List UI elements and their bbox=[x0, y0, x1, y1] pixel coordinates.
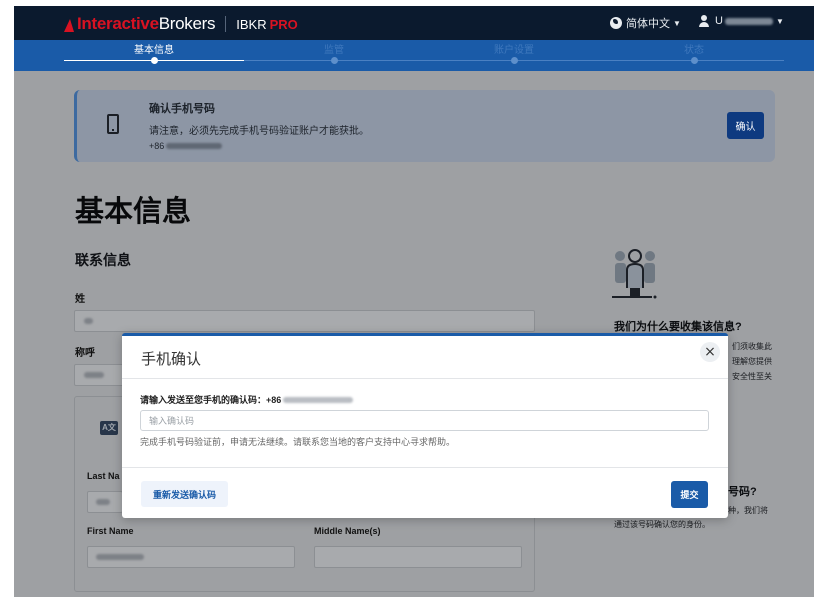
modal-help-text: 完成手机号码验证前，申请无法继续。请联系您当地的客户支持中心寻求帮助。 bbox=[140, 437, 456, 447]
top-navbar: Interactive Brokers IBKR PRO 简体中文 ▼ U ▼ bbox=[14, 6, 814, 40]
code-prompt-phone-prefix: +86 bbox=[266, 394, 282, 405]
phone-prefix: +86 bbox=[149, 141, 165, 151]
people-info-icon bbox=[612, 249, 657, 299]
step-account-settings[interactable]: 账户设置 bbox=[444, 41, 584, 56]
phone-confirm-modal: 手机确认 × 请输入发送至您手机的确认码： +86 完成手机号码验证前，申请无法… bbox=[122, 333, 728, 518]
why-collect-text: 们须收集此 理解您提供 安全性至关 bbox=[732, 339, 772, 384]
close-icon[interactable]: × bbox=[700, 342, 720, 362]
step-dot bbox=[511, 57, 518, 64]
chevron-down-icon: ▼ bbox=[673, 18, 681, 28]
step-label: 状态 bbox=[684, 45, 704, 56]
salutation-redacted bbox=[84, 372, 104, 378]
phone-card-text: 请注意，必须先完成手机号码验证账户才能获批。 bbox=[149, 126, 369, 137]
chevron-down-icon: ▼ bbox=[775, 16, 784, 26]
why-line: 安全性至关 bbox=[732, 372, 772, 381]
step-dot bbox=[331, 57, 338, 64]
logo-brokers-text: Brokers bbox=[158, 14, 216, 33]
phone-card-number: +86 bbox=[149, 141, 223, 151]
resend-code-button[interactable]: 重新发送确认码 bbox=[141, 481, 228, 507]
progress-steps: 基本信息 监管 账户设置 状态 bbox=[14, 40, 814, 71]
why-phone-text-2: 通过该号码确认您的身份。 bbox=[614, 520, 710, 529]
phone-verification-card: 确认手机号码 请注意，必须先完成手机号码验证账户才能获批。 +86 确认 bbox=[74, 90, 775, 162]
logo-divider bbox=[225, 16, 227, 32]
language-selector[interactable]: 简体中文 ▼ bbox=[610, 15, 681, 31]
step-label: 监管 bbox=[324, 45, 344, 56]
phone-card-title: 确认手机号码 bbox=[149, 103, 215, 115]
section-title: 联系信息 bbox=[75, 253, 131, 269]
language-label: 简体中文 bbox=[626, 18, 670, 30]
middle-name-field[interactable] bbox=[314, 546, 522, 568]
step-status[interactable]: 状态 bbox=[624, 41, 764, 56]
phone-number-redacted bbox=[283, 396, 354, 403]
code-prompt-text: 请输入发送至您手机的确认码： bbox=[140, 395, 267, 405]
step-basic-info[interactable]: 基本信息 bbox=[84, 41, 224, 56]
surname-field[interactable] bbox=[74, 310, 535, 332]
translate-icon: A文 bbox=[100, 421, 118, 435]
modal-divider bbox=[122, 467, 728, 468]
why-phone-text-1: 种，我们将 bbox=[728, 506, 768, 515]
step-dot bbox=[691, 57, 698, 64]
step-regulatory[interactable]: 监管 bbox=[264, 41, 404, 56]
why-line: 们须收集此 bbox=[732, 342, 772, 351]
confirm-phone-button[interactable]: 确认 bbox=[727, 112, 764, 139]
globe-icon bbox=[610, 17, 622, 29]
first-name-label: First Name bbox=[87, 526, 134, 536]
why-collect-title: 我们为什么要收集该信息? bbox=[614, 321, 742, 333]
first-name-redacted bbox=[96, 554, 144, 560]
why-phone-title: 号码? bbox=[728, 486, 757, 498]
page-title: 基本信息 bbox=[75, 194, 192, 228]
middle-name-label: Middle Name(s) bbox=[314, 526, 381, 536]
last-name-label: Last Na bbox=[87, 471, 120, 481]
mobile-phone-icon bbox=[107, 114, 119, 134]
step-dot-active bbox=[151, 57, 158, 64]
last-name-redacted bbox=[96, 499, 110, 505]
user-icon bbox=[698, 15, 710, 27]
code-prompt: 请输入发送至您手机的确认码： +86 bbox=[140, 393, 354, 406]
modal-divider bbox=[122, 378, 728, 379]
user-id-prefix: U bbox=[715, 15, 723, 27]
logo-ibkr-text: IBKR bbox=[236, 16, 267, 32]
logo-interactive-text: Interactive bbox=[77, 14, 159, 33]
user-menu[interactable]: U ▼ bbox=[698, 15, 784, 27]
step-label: 账户设置 bbox=[494, 45, 534, 56]
phone-number-redacted bbox=[166, 143, 223, 149]
step-label: 基本信息 bbox=[134, 45, 174, 56]
logo-pro-text: PRO bbox=[269, 16, 298, 32]
salutation-label: 称呼 bbox=[75, 348, 95, 359]
modal-title: 手机确认 bbox=[141, 351, 202, 368]
logo-flame-icon bbox=[64, 16, 74, 32]
confirmation-code-input[interactable] bbox=[140, 410, 709, 431]
user-id-redacted bbox=[724, 17, 773, 25]
surname-label: 姓 bbox=[75, 294, 85, 305]
surname-redacted bbox=[84, 318, 93, 324]
submit-button[interactable]: 提交 bbox=[671, 481, 708, 508]
ibkr-logo[interactable]: Interactive Brokers IBKR PRO bbox=[64, 14, 298, 34]
why-line: 理解您提供 bbox=[732, 357, 772, 366]
